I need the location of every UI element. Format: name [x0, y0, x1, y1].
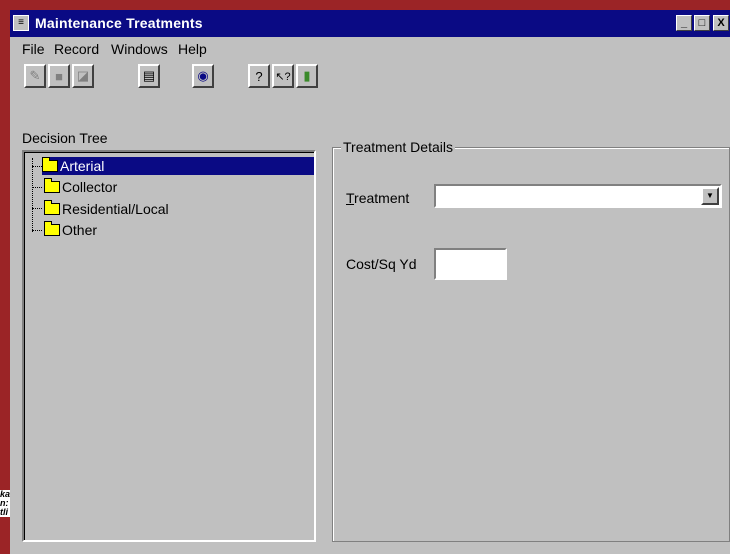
folder-icon	[44, 221, 60, 236]
tree-connector	[32, 208, 42, 209]
menu-bar: File Record Windows Help	[10, 39, 730, 59]
treatment-label: Treatment	[346, 190, 410, 206]
close-button[interactable]: X	[713, 15, 729, 31]
menu-file[interactable]: File	[22, 41, 45, 57]
background-text-fragment: ka n: tli	[0, 489, 11, 517]
tree-item-label: Other	[62, 222, 98, 238]
stop-icon[interactable]: ■	[48, 64, 70, 88]
treatment-label-text: reatment	[354, 190, 410, 206]
treatment-combobox[interactable]: ▼	[434, 184, 722, 208]
window-title: Maintenance Treatments	[35, 15, 203, 31]
document-icon[interactable]: ▤	[138, 64, 160, 88]
folder-icon	[44, 178, 60, 193]
tree-item-residential-local[interactable]: Residential/Local	[44, 200, 169, 218]
pencil-icon[interactable]: ✎	[24, 64, 46, 88]
dropdown-arrow-icon[interactable]: ▼	[701, 187, 719, 205]
maintenance-treatments-window: ≡ Maintenance Treatments _ □ X File Reco…	[10, 10, 730, 554]
tree-connector	[32, 158, 33, 232]
tree-connector	[32, 187, 42, 188]
cost-label: Cost/Sq Yd	[346, 256, 417, 272]
folder-icon	[44, 200, 60, 215]
folder-icon	[42, 157, 58, 172]
tree-connector	[32, 230, 42, 231]
cost-per-sq-yd-input[interactable]	[434, 248, 507, 280]
menu-record[interactable]: Record	[54, 41, 99, 57]
menu-help[interactable]: Help	[178, 41, 207, 57]
tree-item-arterial[interactable]: Arterial	[42, 157, 314, 175]
decision-tree[interactable]: Arterial Collector Residential/Local Oth…	[22, 150, 316, 542]
menu-windows[interactable]: Windows	[111, 41, 168, 57]
title-bar[interactable]: ≡ Maintenance Treatments _ □ X	[10, 10, 730, 37]
treatment-details-title: Treatment Details	[341, 139, 455, 155]
minimize-button[interactable]: _	[676, 15, 692, 31]
decision-tree-label: Decision Tree	[22, 130, 108, 146]
context-help-icon[interactable]: ↖?	[272, 64, 294, 88]
toolbar: ✎ ■ ◪ ▤ ◉ ? ↖? ▮	[10, 62, 730, 96]
tree-item-label: Residential/Local	[62, 201, 169, 217]
tree-item-label: Collector	[62, 179, 118, 195]
tree-connector	[32, 166, 42, 167]
maximize-button[interactable]: □	[694, 15, 710, 31]
system-menu-icon[interactable]: ≡	[13, 15, 29, 31]
tree-item-collector[interactable]: Collector	[44, 178, 117, 196]
tree-item-other[interactable]: Other	[44, 221, 97, 239]
tree-item-label: Arterial	[60, 158, 105, 174]
edit-icon[interactable]: ◪	[72, 64, 94, 88]
help-icon[interactable]: ?	[248, 64, 270, 88]
chat-icon[interactable]: ◉	[192, 64, 214, 88]
exit-door-icon[interactable]: ▮	[296, 64, 318, 88]
